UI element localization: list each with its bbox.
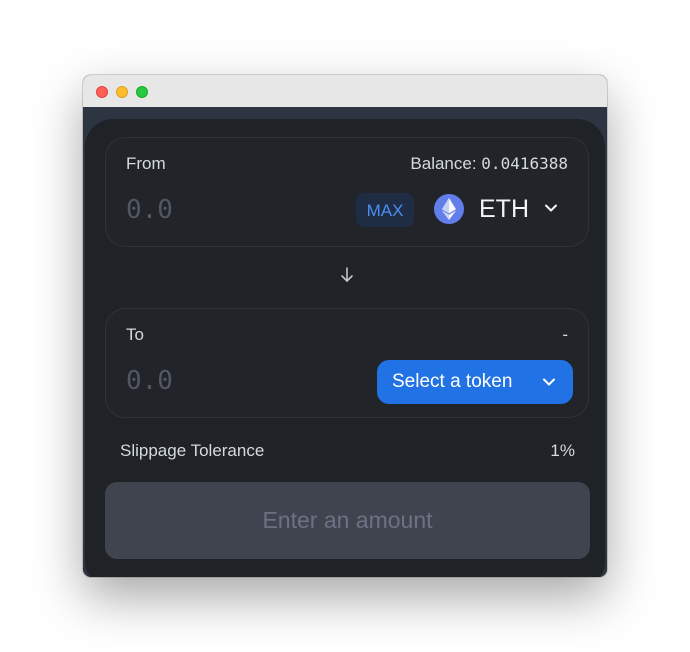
from-amount-input[interactable]	[126, 192, 286, 228]
zoom-window-button[interactable]	[136, 86, 148, 98]
arrow-down-icon[interactable]	[339, 266, 355, 284]
from-panel: From Balance: 0.0416388 MAX ETH	[105, 137, 589, 247]
minimize-window-button[interactable]	[116, 86, 128, 98]
max-button[interactable]: MAX	[356, 193, 414, 227]
close-window-button[interactable]	[96, 86, 108, 98]
to-balance: -	[562, 325, 568, 344]
to-amount-input[interactable]	[126, 363, 286, 399]
balance-label: Balance:	[410, 154, 482, 173]
from-token-selector[interactable]: ETH	[430, 190, 570, 230]
select-token-label: Select a token	[392, 371, 513, 392]
to-panel: To - Select a token	[105, 308, 589, 418]
ethereum-icon	[434, 194, 464, 224]
slippage-value[interactable]: 1%	[550, 441, 575, 461]
slippage-label: Slippage Tolerance	[120, 441, 265, 460]
from-label: From	[126, 154, 166, 173]
window-titlebar	[83, 75, 607, 107]
chevron-down-icon	[543, 378, 555, 386]
app-window: From Balance: 0.0416388 MAX ETH	[83, 75, 607, 577]
to-label: To	[126, 325, 144, 344]
slippage-row: Slippage Tolerance 1%	[119, 438, 575, 462]
enter-amount-button[interactable]: Enter an amount	[105, 482, 590, 559]
window-content: From Balance: 0.0416388 MAX ETH	[83, 107, 607, 577]
select-token-button[interactable]: Select a token	[377, 360, 573, 404]
balance-value: 0.0416388	[481, 154, 568, 173]
swap-card: From Balance: 0.0416388 MAX ETH	[85, 119, 605, 577]
from-balance: Balance: 0.0416388	[410, 154, 568, 174]
from-token-symbol: ETH	[479, 195, 529, 223]
chevron-down-icon	[545, 204, 557, 212]
